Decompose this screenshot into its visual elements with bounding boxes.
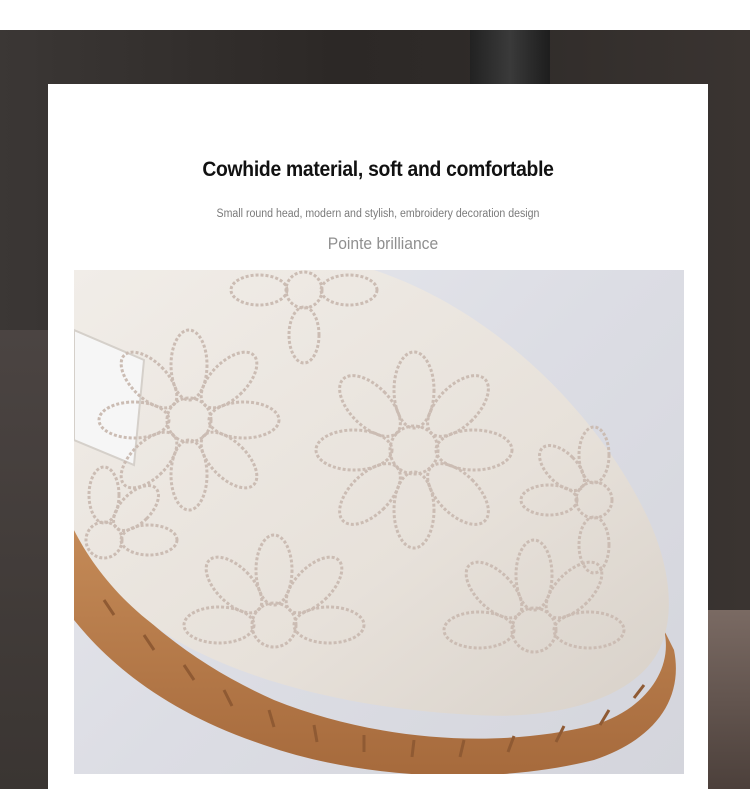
headline: Cowhide material, soft and comfortable [202,158,554,181]
background-left-panel [0,330,48,789]
shoe-illustration [74,270,676,774]
tagline: Pointe brilliance [327,234,439,253]
product-card: Cowhide material, soft and comfortable S… [48,84,708,789]
background-right-object [706,610,750,789]
shoe-closeup-photo [74,270,684,774]
background-top-object [470,30,550,85]
subheadline: Small round head, modern and stylish, em… [216,208,540,220]
